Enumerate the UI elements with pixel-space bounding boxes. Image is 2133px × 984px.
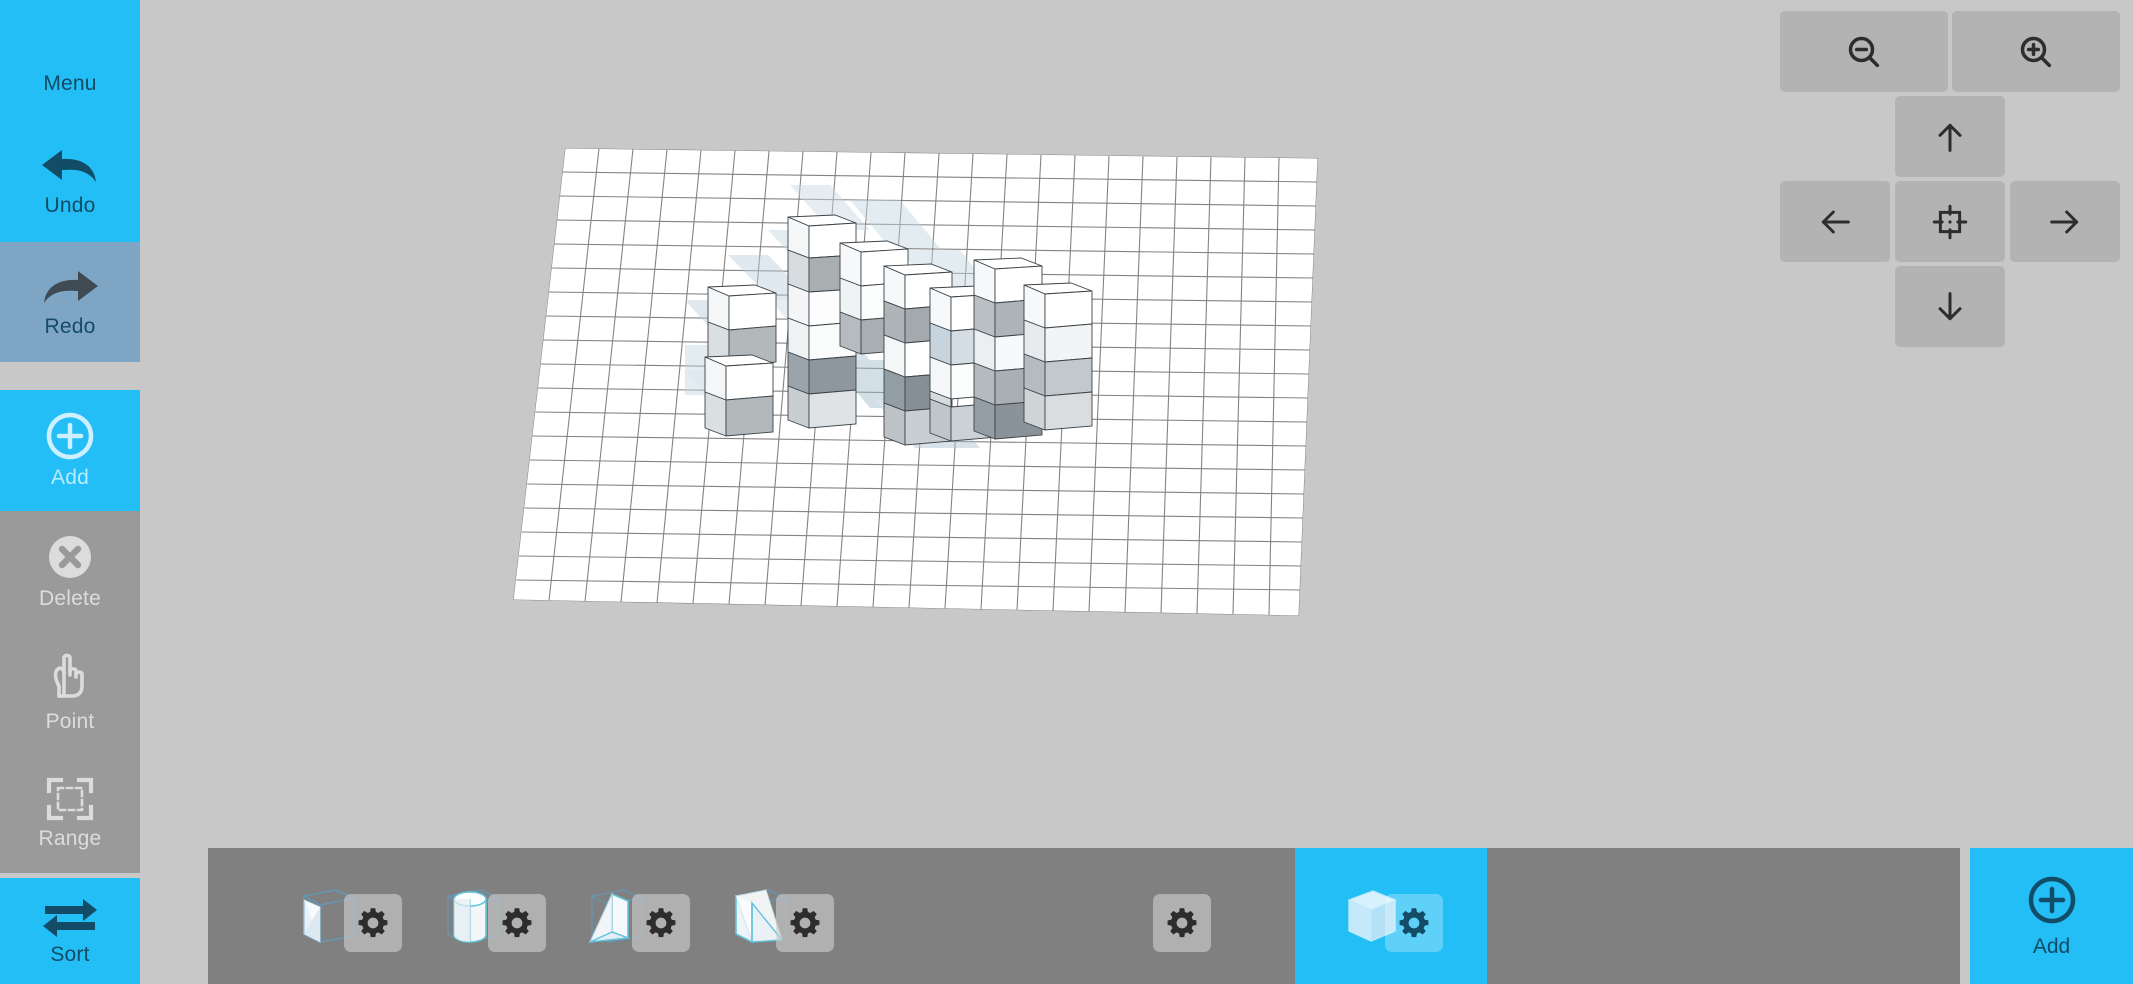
sidebar-item-label-range: Range xyxy=(38,826,102,850)
gear-icon[interactable] xyxy=(776,894,834,952)
gear-icon[interactable] xyxy=(632,894,690,952)
shape-tool-cube[interactable] xyxy=(1295,848,1487,984)
sidebar-item-undo[interactable]: Undo xyxy=(0,120,140,242)
sidebar-item-point[interactable]: Point xyxy=(0,631,140,753)
marquee-select-icon xyxy=(44,775,96,823)
plus-circle-icon xyxy=(2026,874,2078,931)
3d-viewport[interactable] xyxy=(140,0,2133,848)
arrow-right-icon xyxy=(2045,202,2085,242)
arrow-left-icon xyxy=(1815,202,1855,242)
gear-icon[interactable] xyxy=(1153,894,1211,952)
crosshair-frame-icon xyxy=(1929,201,1971,243)
pan-up-button[interactable] xyxy=(1895,96,2005,177)
pointing-hand-icon xyxy=(45,650,95,706)
add-shape-button[interactable]: Add xyxy=(1970,848,2133,984)
view-navigation-pad[interactable] xyxy=(1770,0,2133,450)
shape-tool-prism[interactable] xyxy=(558,848,718,984)
arrow-down-icon xyxy=(1930,287,1970,327)
gear-icon[interactable] xyxy=(344,894,402,952)
app-root: Menu Undo Redo Add Delete Point Range So… xyxy=(0,0,2133,984)
shape-tool-cylinder[interactable] xyxy=(414,848,574,984)
arrow-up-icon xyxy=(1930,117,1970,157)
toolbar-right-gap xyxy=(1960,848,1970,984)
toolbar-left-gap xyxy=(140,848,208,984)
shape-tool-strip[interactable] xyxy=(208,848,1960,984)
shape-tool-wedge-wireframe[interactable] xyxy=(270,848,430,984)
gear-icon[interactable] xyxy=(488,894,546,952)
sidebar-item-label-point: Point xyxy=(45,709,95,733)
zoom-out-button[interactable] xyxy=(1780,11,1948,92)
gear-icon[interactable] xyxy=(1385,894,1443,952)
left-sidebar[interactable]: Menu Undo Redo Add Delete Point Range So… xyxy=(0,0,140,984)
pan-down-button[interactable] xyxy=(1895,266,2005,347)
sidebar-item-label-undo: Undo xyxy=(44,194,96,218)
plus-circle-icon xyxy=(44,410,96,462)
sidebar-item-menu[interactable]: Menu xyxy=(0,0,140,121)
sidebar-item-delete[interactable]: Delete xyxy=(0,510,140,632)
sidebar-divider xyxy=(0,362,140,390)
add-shape-button-label: Add xyxy=(2032,934,2071,958)
x-circle-icon xyxy=(44,531,96,583)
sidebar-item-redo[interactable]: Redo xyxy=(0,241,140,363)
shape-tool-settings-only[interactable] xyxy=(1153,848,1211,984)
magnifier-minus-icon xyxy=(1844,32,1884,72)
undo-arrow-icon xyxy=(39,144,101,190)
sidebar-item-add[interactable]: Add xyxy=(0,389,140,511)
hamburger-icon xyxy=(39,24,101,68)
sidebar-item-label-redo: Redo xyxy=(44,314,96,338)
sidebar-item-label-delete: Delete xyxy=(39,586,101,610)
redo-arrow-icon xyxy=(39,265,101,311)
sidebar-item-label-menu: Menu xyxy=(43,72,97,96)
magnifier-plus-icon xyxy=(2016,32,2056,72)
shape-tool-ramp[interactable] xyxy=(702,848,862,984)
recenter-view-button[interactable] xyxy=(1895,181,2005,262)
bottom-toolbar[interactable]: Add xyxy=(0,848,2133,984)
zoom-in-button[interactable] xyxy=(1952,11,2120,92)
pan-right-button[interactable] xyxy=(2010,181,2120,262)
pan-left-button[interactable] xyxy=(1780,181,1890,262)
sidebar-item-label-add: Add xyxy=(51,466,89,490)
